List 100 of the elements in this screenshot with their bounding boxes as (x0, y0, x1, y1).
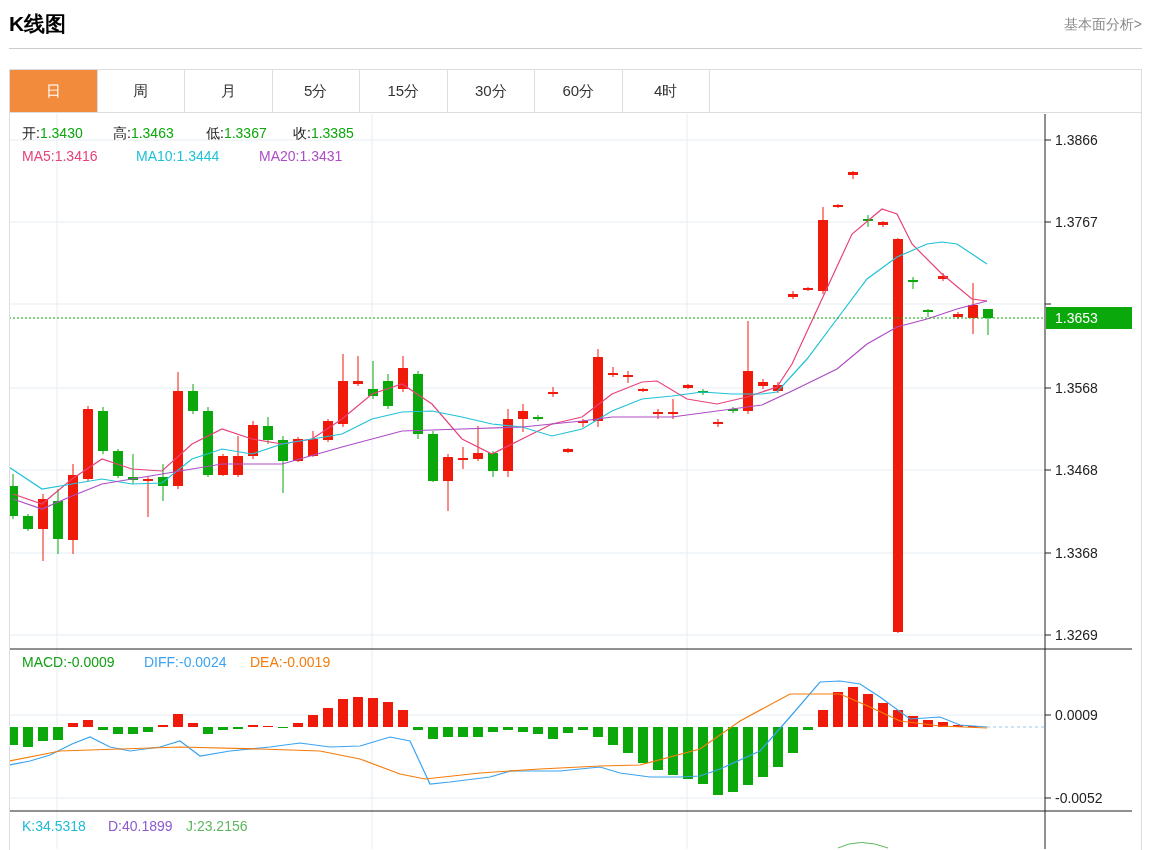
macd-bar (38, 727, 48, 741)
macd-bar (143, 727, 153, 732)
macd-bar (713, 727, 723, 795)
candlestick (353, 355, 363, 387)
candlestick (758, 378, 768, 390)
candlestick (398, 355, 408, 393)
candlestick (983, 308, 993, 336)
candlestick (878, 220, 888, 228)
macd-bar (203, 727, 213, 734)
candlestick (10, 473, 18, 520)
ma-legend-item: MA20:1.3431 (259, 148, 343, 164)
ma-legend-item: MA5:1.3416 (22, 148, 98, 164)
candlestick (233, 435, 243, 478)
candlestick (308, 430, 318, 458)
macd-bar (338, 699, 348, 727)
macd-bar (803, 727, 813, 730)
macd-bar (743, 727, 753, 785)
candlestick (578, 418, 588, 428)
macd-bar (938, 722, 948, 727)
macd-bar (173, 714, 183, 727)
macd-bar (788, 727, 798, 753)
candlestick (53, 488, 63, 555)
candlestick (218, 453, 228, 477)
candlestick (788, 290, 798, 300)
candlestick (653, 408, 663, 420)
candlestick (668, 398, 678, 420)
candlestick (413, 370, 423, 440)
fundamental-analysis-link[interactable]: 基本面分析> (1063, 13, 1142, 35)
macd-bar (53, 727, 63, 740)
candlestick (443, 453, 453, 512)
candlestick (623, 370, 633, 384)
zero-level-line (986, 726, 1046, 728)
macd-bar (608, 727, 618, 745)
macd-bar (398, 710, 408, 727)
candlestick (23, 513, 33, 532)
macd-bar (638, 727, 648, 763)
price-axis-label: 1.3368 (1055, 545, 1098, 561)
candlestick (953, 311, 963, 320)
macd-bar (293, 723, 303, 727)
candlestick (908, 276, 918, 290)
macd-bar (98, 727, 108, 730)
macd-bar (23, 727, 33, 747)
candlestick (293, 436, 303, 463)
candlestick (848, 170, 858, 180)
macd-bar (578, 727, 588, 730)
candlestick (368, 360, 378, 400)
candlestick (533, 414, 543, 422)
candlestick (263, 416, 273, 445)
macd-legend-item: DIFF:-0.0024 (144, 654, 227, 670)
candlestick (188, 383, 198, 415)
candlestick (863, 214, 873, 228)
candlestick (203, 406, 213, 478)
macd-axis-label: 0.0009 (1055, 707, 1098, 723)
macd-bar (128, 727, 138, 734)
candlestick (383, 373, 393, 410)
macd-legend-item: DEA:-0.0019 (250, 654, 331, 670)
macd-bar (563, 727, 573, 733)
price-axis-label: 1.3866 (1055, 132, 1098, 148)
macd-legend-item: MACD:-0.0009 (22, 654, 115, 670)
candlestick (548, 386, 558, 398)
price-axis-label: 1.3568 (1055, 380, 1098, 396)
macd-bar (728, 727, 738, 792)
macd-bar (428, 727, 438, 739)
candlestick (968, 282, 978, 335)
macd-bar (773, 727, 783, 767)
candlestick (938, 272, 948, 282)
candlestick (728, 406, 738, 414)
macd-bar (488, 727, 498, 732)
last-price-label: 1.3653 (1055, 310, 1098, 326)
macd-bar (218, 727, 228, 730)
macd-bar (323, 708, 333, 727)
macd-bar (68, 723, 78, 727)
macd-bar (308, 715, 318, 727)
candlestick (488, 450, 498, 478)
candlestick (458, 446, 468, 470)
candlestick (323, 418, 333, 443)
macd-bar (503, 727, 513, 730)
price-axis-label: 1.3468 (1055, 462, 1098, 478)
macd-bar (653, 727, 663, 770)
macd-bar (848, 687, 858, 727)
macd-bar (833, 692, 843, 727)
price-legend-item: 低:1.3367 (206, 125, 267, 141)
candlestick (428, 430, 438, 483)
macd-bar (383, 702, 393, 727)
candlestick (713, 418, 723, 428)
kdj-legend-item: K:34.5318 (22, 818, 86, 834)
candlestick (923, 308, 933, 318)
candlestick (113, 448, 123, 479)
macd-bar (698, 727, 708, 784)
macd-bar (473, 727, 483, 737)
candlestick (698, 388, 708, 396)
price-legend-item: 开:1.3430 (22, 125, 83, 141)
price-axis-label: 1.3269 (1055, 627, 1098, 643)
price-legend-item: 高:1.3463 (113, 125, 174, 141)
macd-bar (818, 710, 828, 727)
macd-bar (893, 710, 903, 727)
macd-bar (908, 716, 918, 727)
price-legend-item: 收:1.3385 (293, 125, 354, 141)
macd-bar (683, 727, 693, 779)
kdj-legend-item: D:40.1899 (108, 818, 173, 834)
